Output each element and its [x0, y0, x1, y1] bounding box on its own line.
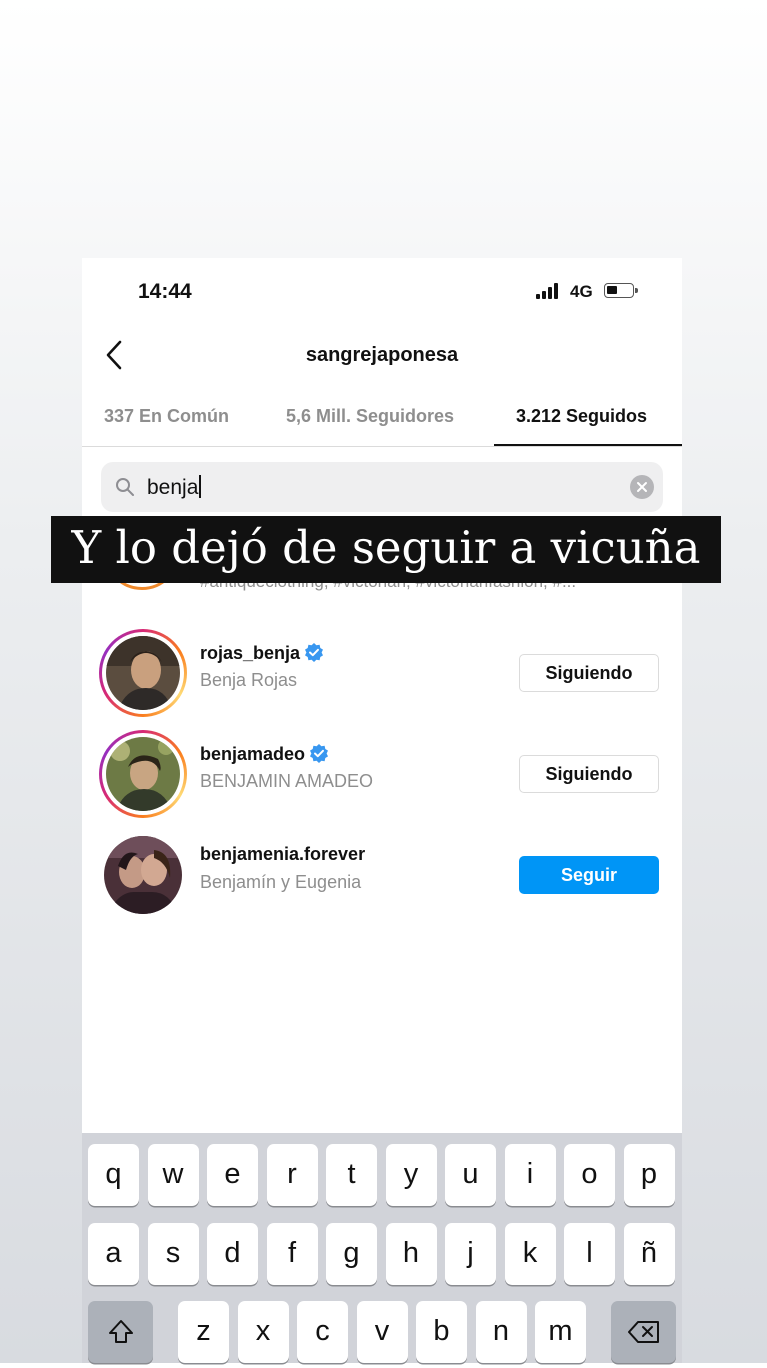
story-ring — [99, 730, 187, 818]
following-button[interactable]: Siguiendo — [519, 654, 659, 692]
list-item[interactable]: rojas_benja Benja Rojas Siguiendo — [82, 622, 682, 717]
list-item[interactable]: benjamadeo BENJAMIN AMADEO Siguiendo — [82, 723, 682, 818]
tab-en-comun[interactable]: 337 En Común — [104, 406, 229, 427]
status-time: 14:44 — [138, 280, 192, 303]
tab-seguidores[interactable]: 5,6 Mill. Seguidores — [286, 406, 454, 427]
key-i[interactable]: i — [504, 1144, 556, 1206]
key-q[interactable]: q — [88, 1144, 139, 1206]
story-ring — [99, 629, 187, 717]
key-s[interactable]: s — [147, 1223, 199, 1285]
key-p[interactable]: p — [623, 1144, 675, 1206]
backspace-key[interactable] — [611, 1301, 676, 1363]
follow-button[interactable]: Seguir — [519, 856, 659, 894]
battery-icon — [604, 283, 638, 298]
backspace-icon — [627, 1321, 659, 1343]
tab-seguidos[interactable]: 3.212 Seguidos — [516, 406, 647, 427]
list-item[interactable]: benjamenia.forever Benjamín y Eugenia Se… — [82, 824, 682, 916]
username: benjamenia.forever — [200, 844, 366, 864]
key-z[interactable]: z — [178, 1301, 229, 1363]
key-d[interactable]: d — [207, 1223, 258, 1285]
key-c[interactable]: c — [297, 1301, 348, 1363]
full-name: BENJAMIN AMADEO — [200, 771, 374, 791]
key-k[interactable]: k — [504, 1223, 556, 1285]
active-tab-indicator — [494, 444, 682, 446]
search-input[interactable]: benja — [101, 462, 663, 512]
key-h[interactable]: h — [385, 1223, 437, 1285]
key-r[interactable]: r — [266, 1144, 318, 1206]
username: rojas_benja — [200, 642, 324, 664]
key-y[interactable]: y — [385, 1144, 437, 1206]
key-b[interactable]: b — [416, 1301, 467, 1363]
full-name: Benja Rojas — [200, 670, 298, 690]
key-t[interactable]: t — [326, 1144, 377, 1206]
key-v[interactable]: v — [356, 1301, 408, 1363]
key-l[interactable]: l — [564, 1223, 615, 1285]
verified-badge-icon — [310, 744, 329, 763]
key-g[interactable]: g — [326, 1223, 377, 1285]
network-type: 4G — [570, 282, 593, 301]
shift-key[interactable] — [88, 1301, 153, 1363]
key-j[interactable]: j — [445, 1223, 496, 1285]
key-f[interactable]: f — [266, 1223, 318, 1285]
clear-search-button[interactable] — [630, 475, 654, 499]
close-icon — [637, 482, 647, 492]
key-u[interactable]: u — [445, 1144, 496, 1206]
avatar[interactable] — [106, 636, 180, 710]
key-n[interactable]: n — [475, 1301, 527, 1363]
search-query: benja — [147, 475, 202, 500]
key-e[interactable]: e — [207, 1144, 258, 1206]
username: benjamadeo — [200, 743, 329, 765]
key-a[interactable]: a — [88, 1223, 139, 1285]
following-button[interactable]: Siguiendo — [519, 755, 659, 793]
avatar[interactable] — [106, 737, 180, 811]
avatar[interactable] — [104, 836, 182, 914]
story-caption: Y lo dejó de seguir a vicuña — [51, 516, 721, 583]
key-m[interactable]: m — [535, 1301, 586, 1363]
full-name: Benjamín y Eugenia — [200, 872, 362, 892]
shift-icon — [108, 1320, 133, 1343]
key-x[interactable]: x — [237, 1301, 289, 1363]
search-icon — [116, 478, 134, 496]
profile-header: sangrejaponesa — [82, 330, 682, 380]
follow-tabs: 337 En Común 5,6 Mill. Seguidores 3.212 … — [82, 390, 682, 447]
keyboard: q w e r t y u i o p a s d f g h j k l ñ … — [82, 1133, 682, 1363]
key-o[interactable]: o — [564, 1144, 615, 1206]
key-n-tilde[interactable]: ñ — [623, 1223, 675, 1285]
key-w[interactable]: w — [147, 1144, 199, 1206]
verified-badge-icon — [305, 643, 324, 662]
page-title: sangrejaponesa — [305, 344, 459, 366]
status-bar: 14:44 4G — [82, 258, 682, 326]
signal-icon — [536, 283, 562, 299]
